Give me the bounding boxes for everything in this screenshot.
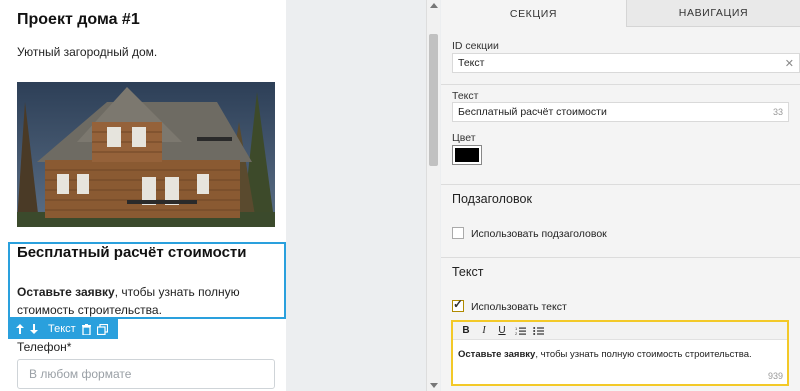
text-field-label: Текст [452,90,479,102]
section-id-label: ID секции [452,40,499,52]
bulleted-list-icon[interactable] [532,326,544,336]
scrollbar-thumb[interactable] [429,34,438,166]
use-subheading-checkbox[interactable] [452,227,464,239]
scroll-up-arrow-icon[interactable] [430,3,438,8]
text-field-counter: 33 [772,107,783,117]
phone-label: Телефон* [17,340,72,354]
divider [441,84,800,85]
move-up-icon[interactable] [16,324,24,334]
selected-block-outline[interactable] [8,242,286,319]
subheading-section-title: Подзаголовок [452,192,532,206]
section-id-input[interactable]: Текст ✕ [452,53,800,73]
clear-icon[interactable]: ✕ [785,57,794,70]
text-field-value: Бесплатный расчёт стоимости [458,106,607,118]
tab-section[interactable]: СЕКЦИЯ [441,0,626,27]
section-id-value: Текст [458,57,485,69]
house-illustration [17,82,275,227]
underline-button[interactable]: U [496,325,508,336]
divider [441,184,800,185]
project-title: Проект дома #1 [17,11,140,28]
app-root: Проект дома #1 Уютный загородный дом. Бе… [0,0,800,391]
tab-navigation[interactable]: НАВИГАЦИЯ [626,0,800,27]
divider [441,257,800,258]
scroll-down-arrow-icon[interactable] [430,383,438,388]
phone-placeholder: В любом формате [29,367,132,381]
house-image [17,82,275,227]
use-text-checkbox[interactable] [452,297,464,312]
editor-content-bold: Оставьте заявку [458,349,536,360]
use-text-label[interactable]: Использовать текст [471,301,567,313]
editor-toolbar: B I U 12 [453,322,787,340]
panel-tabs: СЕКЦИЯ НАВИГАЦИЯ [441,0,800,27]
phone-input[interactable]: В любом формате [17,359,275,389]
text-field-input[interactable]: Бесплатный расчёт стоимости 33 [452,102,789,122]
text-section-title: Текст [452,265,484,279]
rich-text-editor[interactable]: B I U 12 Оставьте заявку, чтобы узнать п… [451,320,789,386]
move-down-icon[interactable] [30,324,38,334]
block-toolbar: Текст [8,319,118,339]
svg-text:2: 2 [515,331,518,336]
bold-button[interactable]: B [460,325,472,336]
numbered-list-icon[interactable]: 12 [514,326,526,336]
editor-content-rest: , чтобы узнать полную стоимость строител… [535,349,752,360]
settings-panel: СЕКЦИЯ НАВИГАЦИЯ ID секции Текст ✕ Текст… [441,0,800,391]
use-subheading-label[interactable]: Использовать подзаголовок [471,228,607,240]
italic-button[interactable]: I [478,325,490,336]
duplicate-icon[interactable] [96,323,108,335]
project-description: Уютный загородный дом. [17,45,158,59]
color-swatch-fill [455,148,479,162]
preview-scrollbar[interactable] [426,0,440,391]
block-type-label: Текст [48,323,76,335]
color-picker[interactable] [452,145,482,165]
trash-icon[interactable] [81,323,91,335]
color-label: Цвет [452,132,476,144]
editor-counter: 939 [767,371,783,381]
editor-content[interactable]: Оставьте заявку, чтобы узнать полную сто… [458,349,752,360]
